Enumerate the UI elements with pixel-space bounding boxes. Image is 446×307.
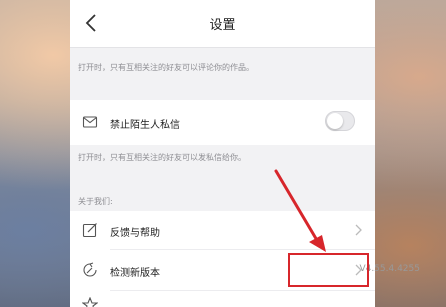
feedback-label: 反馈与帮助 [110,228,160,239]
toggle-knob [327,113,343,129]
message-privacy-hint: 打开时，只有互相关注的好友可以发私信给你。 [78,153,246,162]
about-section-label: 关于我们: [78,197,113,206]
mail-icon [82,116,98,128]
version-highlight-box [288,253,369,287]
nav-header: 设置 [70,0,375,48]
row-divider [110,290,375,291]
block-stranger-label: 禁止陌生人私信 [110,120,180,131]
check-update-label: 检测新版本 [110,268,160,279]
block-stranger-toggle[interactable] [325,111,355,131]
block-stranger-row: 禁止陌生人私信 [70,100,375,145]
feedback-row[interactable]: 反馈与帮助 [70,211,375,249]
star-icon [82,297,98,307]
edit-icon [82,223,97,238]
page-title: 设置 [209,18,236,33]
comment-privacy-hint: 打开时，只有互相关注的好友可以评论你的作品。 [78,63,254,72]
update-icon [83,262,97,277]
chevron-right-icon [355,224,362,236]
